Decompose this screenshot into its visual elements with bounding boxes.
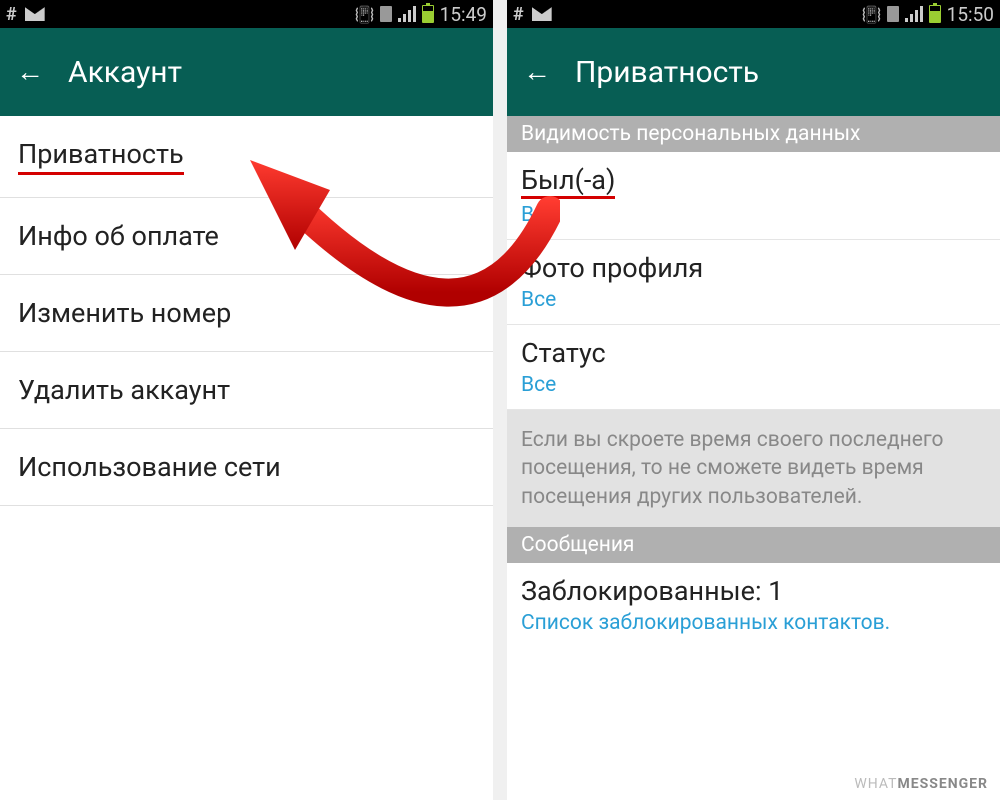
item-subtitle: Все (521, 288, 986, 312)
item-subtitle: Все (521, 203, 986, 227)
mail-icon (532, 7, 552, 21)
info-text: Если вы скроете время своего последнего … (507, 410, 1000, 527)
item-label: Использование сети (18, 451, 281, 483)
section-header-visibility: Видимость персональных данных (507, 116, 1000, 152)
item-label: Инфо об оплате (18, 220, 219, 252)
app-bar: ← Аккаунт (0, 28, 493, 116)
watermark-part1: WHAT (854, 776, 897, 792)
sim-icon (380, 6, 392, 22)
watermark-part2: MESSENGER (897, 776, 988, 792)
status-time: 15:50 (947, 3, 994, 26)
list-item-payment-info[interactable]: Инфо об оплате (0, 198, 493, 275)
mail-icon (25, 7, 45, 21)
item-label: Приватность (18, 138, 184, 175)
vibrate-icon (356, 5, 374, 23)
right-phone: # 15:50 ← Приватность Видимость персонал… (507, 0, 1000, 800)
item-title: Заблокированные: 1 (521, 575, 986, 607)
status-bar: # 15:50 (507, 0, 1000, 28)
list-item-delete-account[interactable]: Удалить аккаунт (0, 352, 493, 429)
hash-icon: # (6, 4, 17, 25)
battery-icon (422, 5, 434, 23)
page-title: Аккаунт (68, 55, 182, 90)
item-subtitle: Список заблокированных контактов. (521, 611, 986, 635)
vibrate-icon (863, 5, 881, 23)
page-title: Приватность (575, 55, 759, 90)
status-bar: # 15:49 (0, 0, 493, 28)
section-header-messages: Сообщения (507, 527, 1000, 563)
item-title: Был(-а) (521, 164, 615, 199)
list-item-change-number[interactable]: Изменить номер (0, 275, 493, 352)
battery-icon (929, 5, 941, 23)
privacy-list: Видимость персональных данных Был(-а) Вс… (507, 116, 1000, 800)
item-title: Фото профиля (521, 252, 986, 284)
back-icon[interactable]: ← (523, 58, 551, 86)
signal-icon (905, 6, 923, 22)
list-item-status[interactable]: Статус Все (507, 325, 1000, 410)
list-item-last-seen[interactable]: Был(-а) Все (507, 152, 1000, 240)
hash-icon: # (513, 4, 524, 25)
item-label: Изменить номер (18, 297, 231, 329)
account-list: Приватность Инфо об оплате Изменить номе… (0, 116, 493, 800)
list-item-profile-photo[interactable]: Фото профиля Все (507, 240, 1000, 325)
back-icon[interactable]: ← (16, 58, 44, 86)
watermark: WHATMESSENGER (854, 776, 988, 792)
left-phone: # 15:49 ← Аккаунт Приватность Инфо об оп… (0, 0, 493, 800)
list-item-network-usage[interactable]: Использование сети (0, 429, 493, 506)
item-subtitle: Все (521, 373, 986, 397)
item-title: Статус (521, 337, 986, 369)
signal-icon (398, 6, 416, 22)
status-time: 15:49 (440, 3, 487, 26)
list-item-privacy[interactable]: Приватность (0, 116, 493, 198)
sim-icon (887, 6, 899, 22)
item-label: Удалить аккаунт (18, 374, 230, 406)
list-item-blocked[interactable]: Заблокированные: 1 Список заблокированны… (507, 563, 1000, 647)
app-bar: ← Приватность (507, 28, 1000, 116)
